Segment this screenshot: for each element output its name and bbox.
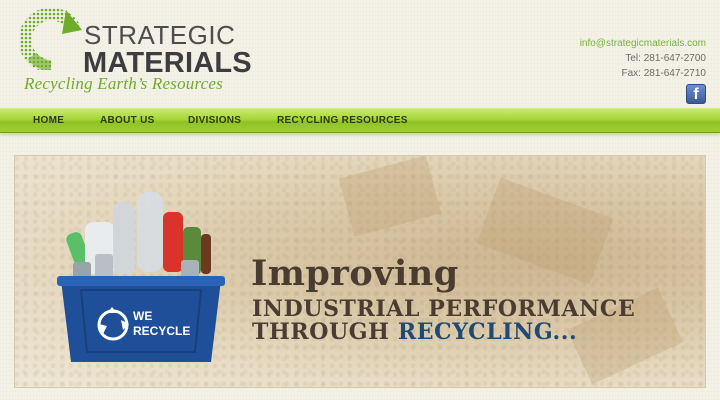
nav-item-divisions[interactable]: DIVISIONS — [188, 109, 241, 134]
site-header: STRATEGIC MATERIALS Recycling Earth’s Re… — [0, 0, 720, 108]
nav-item-recycling-resources[interactable]: RECYCLING RESOURCES — [277, 109, 408, 134]
contact-info: info@strategicmaterials.com Tel: 281-647… — [580, 36, 706, 81]
facebook-icon[interactable]: f — [686, 84, 706, 104]
banner-subheadline-line1: INDUSTRIAL PERFORMANCE — [252, 296, 636, 322]
banner-subheadline-prefix: THROUGH — [252, 319, 398, 345]
hero-banner[interactable]: WE RECYCLE Improving INDUSTRIAL PERFORMA… — [14, 155, 706, 388]
nav-item-about-us[interactable]: ABOUT US — [100, 109, 155, 134]
nav-item-home[interactable]: HOME — [33, 109, 64, 134]
main-navigation: HOME ABOUT US DIVISIONS RECYCLING RESOUR… — [0, 108, 720, 133]
site-logo[interactable]: STRATEGIC MATERIALS Recycling Earth’s Re… — [20, 8, 260, 98]
brand-name-top: STRATEGIC — [84, 20, 236, 50]
brand-tagline: Recycling Earth’s Resources — [24, 74, 223, 93]
banner-subheadline-line2: THROUGH RECYCLING... — [252, 320, 577, 344]
recycle-arrow-icon — [20, 8, 82, 70]
bin-label-top: WE — [133, 309, 152, 323]
contact-phone: Tel: 281-647-2700 — [625, 53, 706, 64]
recycling-bin-image: WE RECYCLE — [57, 192, 225, 362]
contact-fax: Fax: 281-647-2710 — [621, 68, 706, 79]
contact-email-link[interactable]: info@strategicmaterials.com — [580, 36, 706, 51]
banner-subheadline-accent: RECYCLING... — [397, 319, 578, 345]
banner-headline: Improving — [251, 253, 459, 294]
bin-label-bottom: RECYCLE — [133, 324, 190, 338]
